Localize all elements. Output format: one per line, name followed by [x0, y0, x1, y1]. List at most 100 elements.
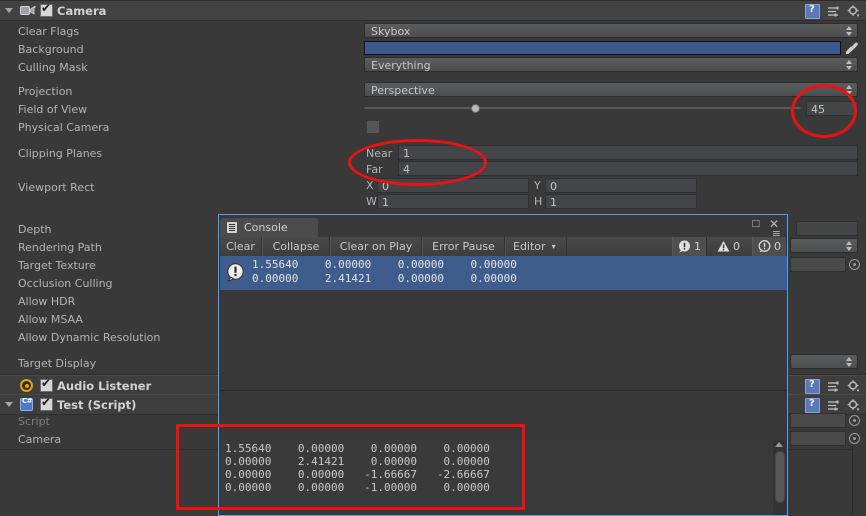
warning-count-label: 0	[733, 240, 740, 253]
foldout-arrow-camera-icon[interactable]	[5, 8, 13, 13]
camera-icon	[20, 5, 36, 16]
tab-console-label: Console	[244, 221, 288, 234]
dropdown-culling-mask-value: Everything	[371, 59, 431, 72]
console-message-list[interactable]: 1.55640 0.00000 0.00000 0.00000 0.00000 …	[220, 256, 787, 390]
object-field-script[interactable]	[790, 413, 846, 428]
test-script-enabled-checkbox[interactable]	[40, 396, 53, 411]
camera-enabled-checkbox[interactable]	[40, 2, 53, 17]
console-splitter[interactable]	[220, 390, 787, 391]
label-far: Far	[366, 163, 383, 176]
console-detail-scrollbar[interactable]	[773, 440, 786, 515]
error-icon	[226, 263, 245, 282]
dropdown-projection-value: Perspective	[371, 84, 435, 97]
scroll-up-arrow-icon[interactable]	[775, 442, 783, 447]
input-viewport-w[interactable]: 1	[377, 194, 529, 209]
console-detail-pane[interactable]: 1.55640 0.00000 0.00000 0.00000 0.00000 …	[220, 440, 773, 515]
eyedropper-icon[interactable]	[845, 41, 859, 55]
viewport-y-value: 0	[550, 180, 557, 193]
chevron-updown-icon	[846, 85, 853, 96]
dropdown-rendering-path[interactable]	[790, 238, 858, 253]
field-of-view-value: 45	[811, 103, 825, 116]
error-pause-button[interactable]: Error Pause	[422, 237, 505, 256]
label-target-display: Target Display	[18, 357, 97, 370]
label-allow-msaa: Allow MSAA	[18, 313, 83, 326]
label-allow-dynamic-resolution: Allow Dynamic Resolution	[18, 331, 161, 344]
object-field-camera-reference[interactable]	[790, 431, 846, 446]
component-icon-buttons-audio-listener	[805, 379, 860, 394]
preset-icon[interactable]	[827, 380, 840, 393]
input-viewport-y[interactable]: 0	[545, 178, 697, 193]
checkbox-physical-camera[interactable]	[366, 120, 380, 134]
dropdown-target-display[interactable]	[790, 354, 858, 369]
scrollbar-thumb[interactable]	[774, 451, 785, 503]
input-clipping-far[interactable]: 4	[398, 161, 858, 176]
viewport-h-value: 1	[550, 196, 557, 209]
csharp-script-icon	[20, 397, 33, 411]
label-background: Background	[18, 43, 84, 56]
label-clipping-planes: Clipping Planes	[18, 147, 103, 160]
viewport-w-value: 1	[382, 196, 389, 209]
info-count-label: 0	[774, 240, 781, 253]
label-physical-camera: Physical Camera	[18, 121, 110, 134]
console-message-line-1: 1.55640 0.00000 0.00000 0.00000	[252, 258, 517, 271]
input-viewport-x[interactable]: 0	[377, 178, 529, 193]
console-titlebar: Console □ ✕ ≡	[219, 215, 787, 240]
viewport-x-value: 0	[382, 180, 389, 193]
collapse-button[interactable]: Collapse	[262, 237, 330, 256]
help-icon[interactable]	[805, 4, 820, 19]
info-icon	[758, 240, 771, 253]
label-target-texture: Target Texture	[18, 259, 96, 272]
chevron-updown-icon	[846, 60, 853, 71]
warning-counter[interactable]: 0	[712, 237, 745, 256]
tab-console[interactable]: Console	[220, 218, 318, 237]
object-picker-icon[interactable]	[849, 433, 860, 444]
input-field-of-view[interactable]: 45	[806, 101, 858, 116]
slider-track-field-of-view[interactable]	[364, 107, 801, 109]
object-field-target-texture[interactable]	[790, 257, 846, 272]
component-header-camera[interactable]: Camera	[0, 1, 866, 21]
component-title-audio-listener: Audio Listener	[57, 379, 152, 393]
label-near: Near	[366, 147, 393, 160]
console-message-row[interactable]: 1.55640 0.00000 0.00000 0.00000 0.00000 …	[220, 256, 787, 290]
console-icon	[227, 222, 237, 233]
dropdown-culling-mask[interactable]: Everything	[364, 57, 858, 72]
label-camera-reference: Camera	[18, 433, 62, 446]
audio-listener-enabled-checkbox[interactable]	[40, 377, 53, 392]
label-depth: Depth	[18, 223, 52, 236]
warning-icon	[717, 241, 730, 252]
inspector-scrollbar[interactable]	[852, 446, 866, 516]
clear-on-play-button[interactable]: Clear on Play	[330, 237, 422, 256]
component-title-test-script: Test (Script)	[57, 398, 137, 412]
input-depth[interactable]	[796, 221, 858, 236]
input-clipping-near[interactable]: 1	[398, 145, 858, 160]
gear-icon[interactable]	[847, 380, 860, 393]
gear-icon[interactable]	[847, 5, 860, 18]
maximize-icon[interactable]: □	[751, 219, 760, 229]
input-viewport-h[interactable]: 1	[545, 194, 697, 209]
label-viewport-rect: Viewport Rect	[18, 181, 95, 194]
audio-listener-icon	[20, 379, 33, 392]
help-icon[interactable]	[805, 398, 820, 413]
label-occlusion-culling: Occlusion Culling	[18, 277, 113, 290]
gear-icon[interactable]	[847, 399, 860, 412]
label-viewport-w: W	[366, 195, 377, 208]
label-culling-mask: Culling Mask	[18, 61, 88, 74]
chevron-updown-icon	[846, 26, 853, 37]
object-picker-icon[interactable]	[849, 415, 860, 426]
dropdown-clear-flags-value: Skybox	[371, 25, 411, 38]
error-counter[interactable]: 1	[672, 237, 707, 256]
slider-knob-field-of-view[interactable]	[471, 104, 480, 113]
preset-icon[interactable]	[827, 5, 840, 18]
preset-icon[interactable]	[827, 399, 840, 412]
clear-button[interactable]: Clear	[220, 237, 262, 256]
dropdown-projection[interactable]: Perspective	[364, 82, 858, 97]
object-picker-icon[interactable]	[849, 259, 860, 270]
dropdown-clear-flags[interactable]: Skybox	[364, 23, 858, 38]
label-projection: Projection	[18, 85, 73, 98]
info-counter[interactable]: 0	[752, 237, 787, 256]
editor-dropdown-button[interactable]: Editor ▾	[505, 237, 567, 256]
foldout-arrow-test-script-icon[interactable]	[5, 402, 13, 407]
help-icon[interactable]	[805, 379, 820, 394]
clipping-near-value: 1	[403, 147, 410, 160]
color-field-background[interactable]	[364, 41, 841, 55]
